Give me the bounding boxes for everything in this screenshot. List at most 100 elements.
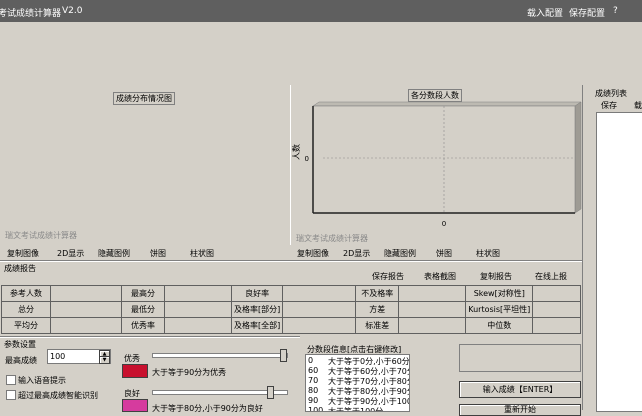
smart-detect-label: 超过最高成绩智能识别: [18, 391, 98, 400]
distribution-chart-panel: 成绩分布情况图 瑞文考试成绩计算器: [0, 85, 290, 245]
settings-title: 参数设置: [4, 340, 36, 349]
segment-value: 80: [308, 386, 319, 395]
table-cell: 及格率[全部]: [230, 317, 284, 334]
grade2-label: 良好: [124, 389, 140, 398]
score-list-title: 成绩列表: [595, 89, 627, 98]
table-cell: 参考人数: [1, 285, 51, 302]
copy-image-button-right[interactable]: 复制图像: [297, 248, 329, 259]
load-list-button[interactable]: 载入: [634, 100, 642, 111]
report-title: 成绩报告: [4, 264, 36, 273]
online-report-button[interactable]: 在线上报: [535, 271, 567, 282]
table-cell: 平均分: [1, 317, 51, 334]
toggle-2d-button-right[interactable]: 2D显示: [343, 248, 370, 259]
max-score-label: 最高成绩: [5, 356, 37, 365]
pie-chart-button-right[interactable]: 饼图: [436, 248, 452, 259]
table-cell: Kurtosis[平坦性]: [465, 301, 534, 318]
help-button[interactable]: ?: [613, 6, 618, 16]
copy-image-button[interactable]: 复制图像: [7, 248, 39, 259]
voice-prompt-label: 输入语音提示: [18, 376, 66, 385]
table-cell: [282, 301, 357, 318]
table-row: 平均分 优秀率 及格率[全部] 标准差 中位数: [1, 317, 581, 334]
table-cell: 最低分: [121, 301, 165, 318]
bar-chart-button[interactable]: 柱状图: [190, 248, 214, 259]
table-cell: [164, 285, 232, 302]
max-score-input[interactable]: 100 ▲ ▼: [47, 349, 111, 364]
table-cell: [50, 285, 122, 302]
save-list-button[interactable]: 保存: [601, 100, 617, 111]
bar-chart-button-right[interactable]: 柱状图: [476, 248, 500, 259]
table-cell: [398, 285, 467, 302]
segment-chart-ylabel: 人数: [292, 144, 301, 160]
table-cell: 方差: [355, 301, 400, 318]
table-cell: [532, 317, 581, 334]
save-report-button[interactable]: 保存报告: [372, 271, 404, 282]
table-cell: [164, 317, 232, 334]
segment-value: 90: [308, 396, 319, 405]
segment-chart-svg: 0 0: [305, 101, 582, 228]
table-cell: 优秀率: [121, 317, 165, 334]
table-cell: 中位数: [465, 317, 534, 334]
table-cell: [50, 317, 122, 334]
table-cell: 良好率: [230, 285, 284, 302]
max-score-value: 100: [50, 352, 66, 361]
segment-chart-watermark: 瑞文考试成绩计算器: [296, 234, 368, 243]
hide-legend-button[interactable]: 隐藏图例: [98, 248, 130, 259]
table-row: 总分 最低分 及格率[部分] 方差 Kurtosis[平坦性]: [1, 301, 581, 318]
copy-report-button[interactable]: 复制报告: [480, 271, 512, 282]
grade1-label: 优秀: [124, 354, 140, 363]
score-list-panel: 成绩列表 保存 载入: [582, 85, 642, 412]
table-cell: Skew[对称性]: [465, 285, 534, 302]
grade2-description: 大于等于80分,小于90分为良好: [152, 404, 263, 413]
divider: [0, 336, 300, 338]
score-input-area[interactable]: [0, 22, 642, 86]
hide-legend-button-right[interactable]: 隐藏图例: [384, 248, 416, 259]
table-row: 参考人数 最高分 良好率 不及格率 Skew[对称性]: [1, 285, 581, 302]
distribution-chart-title: 成绩分布情况图: [113, 92, 175, 105]
table-cell: 及格率[部分]: [230, 301, 284, 318]
distribution-chart-watermark: 瑞文考试成绩计算器: [5, 231, 77, 240]
score-listbox[interactable]: [596, 112, 642, 412]
table-cell: 标准差: [355, 317, 400, 334]
app-title: 考试成绩计算器: [0, 9, 62, 19]
grade1-color-swatch[interactable]: [122, 364, 148, 378]
chart-toolbar: 复制图像 2D显示 隐藏图例 饼图 柱状图 复制图像 2D显示 隐藏图例 饼图 …: [0, 245, 582, 259]
grade1-slider[interactable]: [152, 353, 288, 358]
segment-value: 60: [308, 366, 319, 375]
segment-chart-panel: 各分数段人数 0 0 人数 瑞文考试成绩计算器: [291, 85, 582, 245]
info-box: [459, 344, 581, 372]
table-cell: 最高分: [121, 285, 165, 302]
table-cell: 总分: [1, 301, 51, 318]
grade2-slider-thumb[interactable]: [266, 386, 274, 399]
smart-detect-checkbox[interactable]: [6, 390, 16, 400]
table-cell: [282, 285, 357, 302]
table-cell: [532, 285, 581, 302]
load-config-button[interactable]: 载入配置: [527, 6, 563, 19]
table-cell: [164, 301, 232, 318]
table-cell: [50, 301, 122, 318]
restart-button[interactable]: 重新开始: [459, 404, 581, 416]
table-cell: [532, 301, 581, 318]
pie-chart-button[interactable]: 饼图: [150, 248, 166, 259]
table-cell: [282, 317, 357, 334]
report-table: 参考人数 最高分 良好率 不及格率 Skew[对称性] 总分 最低分 及格率[部…: [1, 285, 581, 334]
segment-value: 0: [308, 356, 314, 365]
app-version: V2.0: [62, 6, 83, 16]
table-cell: [398, 317, 467, 334]
toggle-2d-button[interactable]: 2D显示: [57, 248, 84, 259]
table-cell: [398, 301, 467, 318]
grade1-description: 大于等于90分为优秀: [152, 368, 227, 377]
input-score-button[interactable]: 输入成绩【ENTER】: [459, 381, 581, 398]
divider: [0, 260, 582, 262]
voice-prompt-checkbox[interactable]: [6, 375, 16, 385]
table-cell: 不及格率: [355, 285, 400, 302]
segment-value: 70: [308, 376, 319, 385]
y-tick-label: 0: [305, 155, 309, 163]
segments-listbox[interactable]: 0 大于等于0分,小于60分 60 大于等于60分,小于70分 70 大于等于70分,小于…: [305, 354, 410, 412]
segment-description: 大于等于100分: [328, 407, 384, 412]
spin-down-icon[interactable]: ▼: [99, 356, 110, 364]
grade1-slider-thumb[interactable]: [280, 349, 288, 362]
x-tick-label: 0: [442, 220, 446, 228]
table-screenshot-button[interactable]: 表格截图: [424, 271, 456, 282]
save-config-button[interactable]: 保存配置: [569, 6, 605, 19]
grade2-color-swatch[interactable]: [122, 399, 148, 412]
